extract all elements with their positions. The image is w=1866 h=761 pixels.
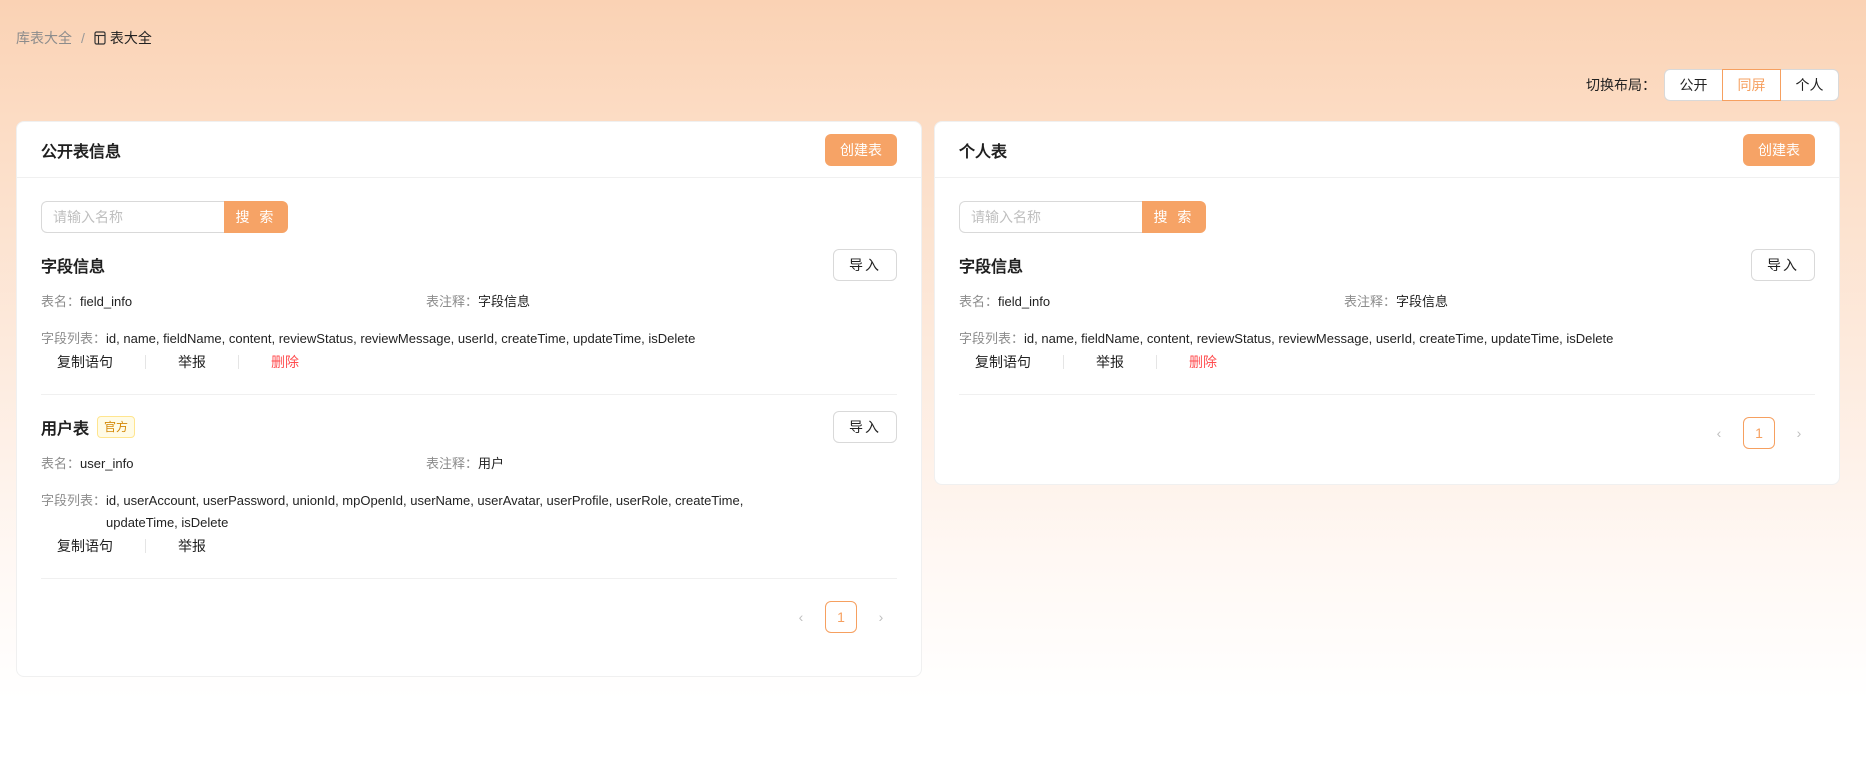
item-title-text: 用户表 <box>41 421 90 438</box>
table-icon <box>94 31 106 45</box>
pagination: ‹ 1 › <box>41 579 897 655</box>
field-list: 字段列表： id, userAccount, userPassword, uni… <box>41 490 897 534</box>
layout-switch-label: 切换布局： <box>1586 77 1656 93</box>
item-title-text: 字段信息 <box>41 259 106 276</box>
table-name-value: field_info <box>998 294 1051 309</box>
item-actions: 复制语句 举报 删除 <box>41 352 897 394</box>
create-table-button[interactable]: 创建表 <box>1743 133 1815 166</box>
card-title: 个人表 <box>959 143 1008 161</box>
card-body: 搜 索 字段信息 导入 表名：field_info 表注释：字段信息 字段列表：… <box>935 178 1839 471</box>
breadcrumb-parent[interactable]: 库表大全 <box>16 28 72 48</box>
search-input[interactable] <box>41 201 224 233</box>
field-list-value: id, name, fieldName, content, reviewStat… <box>106 331 696 346</box>
next-page-chevron-right-icon[interactable]: › <box>1783 417 1815 449</box>
list-item: 字段信息 导入 表名：field_info 表注释：字段信息 字段列表： id,… <box>41 249 897 395</box>
page-number-button[interactable]: 1 <box>825 601 857 633</box>
card-body: 搜 索 字段信息 导入 表名：field_info 表注释：字段信息 字段列表： <box>17 178 921 655</box>
action-divider <box>1156 355 1157 369</box>
delete-button[interactable]: 删除 <box>255 352 315 372</box>
table-comment-value: 字段信息 <box>478 294 531 309</box>
table-comment-key: 表注释： <box>426 294 479 309</box>
search-button[interactable]: 搜 索 <box>224 201 288 233</box>
public-tables-card: 公开表信息 创建表 搜 索 字段信息 导入 表名：field_info 表注释：… <box>16 121 922 677</box>
import-button[interactable]: 导入 <box>833 411 897 443</box>
official-tag: 官方 <box>97 416 136 438</box>
copy-statement-button[interactable]: 复制语句 <box>41 352 129 372</box>
table-name-value: user_info <box>80 456 134 471</box>
table-name-value: field_info <box>80 294 133 309</box>
field-list-value: id, userAccount, userPassword, unionId, … <box>106 493 744 530</box>
item-header: 用户表 官方 导入 <box>41 411 897 443</box>
pagination: ‹ 1 › <box>959 395 1815 471</box>
search-bar: 搜 索 <box>41 201 897 233</box>
item-meta: 表名：field_info 表注释：字段信息 <box>959 291 1815 310</box>
layout-option-public[interactable]: 公开 <box>1664 69 1723 101</box>
delete-button[interactable]: 删除 <box>1173 352 1233 372</box>
list-item: 字段信息 导入 表名：field_info 表注释：字段信息 字段列表： id,… <box>959 249 1815 395</box>
prev-page-chevron-left-icon[interactable]: ‹ <box>785 601 817 633</box>
layout-option-split[interactable]: 同屏 <box>1722 69 1781 101</box>
field-list: 字段列表： id, name, fieldName, content, revi… <box>41 328 897 350</box>
item-title: 字段信息 <box>41 253 105 277</box>
report-button[interactable]: 举报 <box>162 536 222 556</box>
item-title-text: 字段信息 <box>959 259 1024 276</box>
next-page-chevron-right-icon[interactable]: › <box>865 601 897 633</box>
search-bar: 搜 索 <box>959 201 1815 233</box>
prev-page-chevron-left-icon[interactable]: ‹ <box>1703 417 1735 449</box>
search-input[interactable] <box>959 201 1142 233</box>
item-actions: 复制语句 举报 删除 <box>959 352 1815 394</box>
layout-switch: 切换布局： 公开 同屏 个人 <box>1586 69 1839 101</box>
list-item: 用户表 官方 导入 表名：user_info 表注释：用户 字段列表： id, … <box>41 411 897 579</box>
item-title: 字段信息 <box>959 253 1023 277</box>
table-comment-value: 用户 <box>478 456 505 471</box>
action-divider <box>1063 355 1064 369</box>
item-header: 字段信息 导入 <box>41 249 897 281</box>
breadcrumb-current: 表大全 <box>94 28 152 48</box>
import-button[interactable]: 导入 <box>1751 249 1815 281</box>
table-comment-key: 表注释： <box>1344 294 1397 309</box>
page-number-button[interactable]: 1 <box>1743 417 1775 449</box>
action-divider <box>238 355 239 369</box>
table-name-key: 表名： <box>41 456 81 471</box>
import-button[interactable]: 导入 <box>833 249 897 281</box>
field-list-key: 字段列表： <box>41 331 107 346</box>
card-title: 公开表信息 <box>41 143 122 161</box>
item-actions: 复制语句 举报 <box>41 536 897 578</box>
table-name-key: 表名： <box>41 294 81 309</box>
item-meta: 表名：field_info 表注释：字段信息 <box>41 291 897 310</box>
field-list-value: id, name, fieldName, content, reviewStat… <box>1024 331 1614 346</box>
copy-statement-button[interactable]: 复制语句 <box>41 536 129 556</box>
personal-tables-card: 个人表 创建表 搜 索 字段信息 导入 表名：field_info 表注释：字段… <box>934 121 1840 485</box>
action-divider <box>145 539 146 553</box>
copy-statement-button[interactable]: 复制语句 <box>959 352 1047 372</box>
layout-segmented-control: 公开 同屏 个人 <box>1664 69 1839 101</box>
action-divider <box>145 355 146 369</box>
field-list: 字段列表： id, name, fieldName, content, revi… <box>959 328 1815 350</box>
card-header: 公开表信息 创建表 <box>17 122 921 178</box>
table-comment-value: 字段信息 <box>1396 294 1449 309</box>
item-header: 字段信息 导入 <box>959 249 1815 281</box>
field-list-key: 字段列表： <box>41 493 107 508</box>
breadcrumb-separator: / <box>81 30 85 46</box>
layout-option-personal[interactable]: 个人 <box>1780 69 1839 101</box>
create-table-button[interactable]: 创建表 <box>825 133 897 166</box>
table-comment-key: 表注释： <box>426 456 479 471</box>
report-button[interactable]: 举报 <box>1080 352 1140 372</box>
report-button[interactable]: 举报 <box>162 352 222 372</box>
search-button[interactable]: 搜 索 <box>1142 201 1206 233</box>
card-header: 个人表 创建表 <box>935 122 1839 178</box>
field-list-key: 字段列表： <box>959 331 1025 346</box>
breadcrumb: 库表大全 / 表大全 <box>16 28 152 48</box>
item-title: 用户表 官方 <box>41 415 136 439</box>
table-name-key: 表名： <box>959 294 999 309</box>
breadcrumb-current-label: 表大全 <box>109 30 152 46</box>
item-meta: 表名：user_info 表注释：用户 <box>41 453 897 472</box>
